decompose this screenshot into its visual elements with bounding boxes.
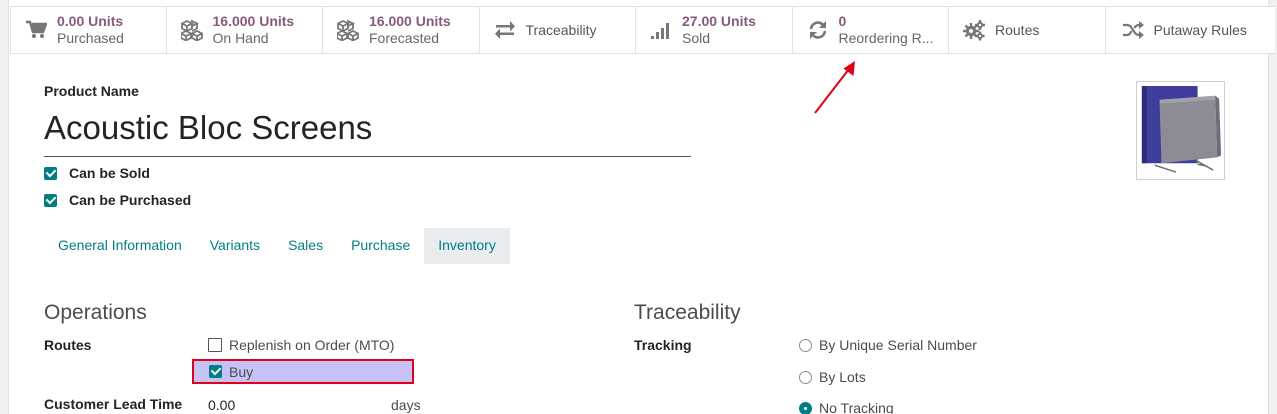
can-be-purchased-checkbox[interactable] <box>44 193 57 207</box>
tracking-serial-option[interactable]: By Unique Serial Number <box>799 337 977 353</box>
tab-sales[interactable]: Sales <box>274 228 337 264</box>
purchased-value: 0.00 Units <box>57 13 124 29</box>
cogs-icon <box>963 19 985 41</box>
random-icon <box>1122 19 1144 41</box>
tab-inventory[interactable]: Inventory <box>424 228 510 264</box>
route-mto-checkbox[interactable] <box>208 338 222 352</box>
tracking-serial-label: By Unique Serial Number <box>819 337 977 353</box>
routes-label: Routes <box>995 22 1040 38</box>
putaway-rules-button[interactable]: Putaway Rules <box>1106 7 1263 53</box>
customer-lead-time-input[interactable]: 0.00 <box>208 397 235 413</box>
can-be-sold-row[interactable]: Can be Sold <box>44 165 150 181</box>
can-be-sold-label: Can be Sold <box>69 165 150 181</box>
traceability-label: Traceability <box>525 22 597 38</box>
operations-title: Operations <box>44 301 147 324</box>
cubes-icon <box>180 19 203 41</box>
signal-icon <box>650 19 672 41</box>
forecasted-label: Forecasted <box>369 30 440 46</box>
page-background-left <box>0 0 8 414</box>
forecasted-button[interactable]: 16.000 Units Forecasted <box>323 7 480 53</box>
routes-button[interactable]: Routes <box>949 7 1106 53</box>
route-mto-label: Replenish on Order (MTO) <box>229 337 395 353</box>
forecasted-value: 16.000 Units <box>369 13 451 29</box>
tab-general-information[interactable]: General Information <box>44 228 196 264</box>
purchased-button[interactable]: 0.00 Units Purchased <box>10 7 167 53</box>
can-be-purchased-label: Can be Purchased <box>69 192 192 208</box>
can-be-sold-checkbox[interactable] <box>44 166 57 180</box>
tab-variants[interactable]: Variants <box>196 228 274 264</box>
sold-value: 27.00 Units <box>682 13 756 29</box>
product-name-label: Product Name <box>44 83 139 99</box>
tracking-none-label: No Tracking <box>819 400 894 414</box>
reordering-rules-button[interactable]: 0 Reordering R... <box>793 7 949 53</box>
smart-button-box: 0.00 Units Purchased 16.000 Units On Han… <box>10 6 1275 54</box>
reordering-rules-label: Reordering R... <box>838 30 934 46</box>
product-name-field[interactable]: Acoustic Bloc Screens <box>44 106 691 157</box>
route-buy-label: Buy <box>229 363 254 380</box>
on-hand-value: 16.000 Units <box>212 13 295 29</box>
route-mto-option[interactable]: Replenish on Order (MTO) <box>208 337 394 353</box>
on-hand-label: On Hand <box>212 30 269 46</box>
reordering-rules-value: 0 <box>838 13 847 29</box>
tracking-lots-label: By Lots <box>819 369 866 385</box>
purchased-label: Purchased <box>57 30 124 46</box>
tracking-none-option[interactable]: No Tracking <box>799 400 894 414</box>
route-buy-option-highlighted[interactable]: Buy <box>192 359 414 384</box>
tracking-lots-option[interactable]: By Lots <box>799 369 866 385</box>
annotation-arrow <box>814 61 855 114</box>
page-background-right <box>1269 0 1277 414</box>
tab-purchase[interactable]: Purchase <box>337 228 424 264</box>
putaway-rules-label: Putaway Rules <box>1153 22 1247 38</box>
cubes-icon <box>337 19 359 41</box>
routes-field-label: Routes <box>44 337 92 353</box>
refresh-icon <box>807 19 829 41</box>
tracking-none-radio[interactable] <box>799 401 812 414</box>
sold-button[interactable]: 27.00 Units Sold <box>636 7 793 53</box>
cart-icon <box>25 19 47 41</box>
tracking-lots-radio[interactable] <box>799 370 812 384</box>
product-image[interactable] <box>1136 81 1225 180</box>
customer-lead-time-label: Customer Lead Time <box>44 396 183 412</box>
on-hand-button[interactable]: 16.000 Units On Hand <box>167 7 323 53</box>
form-tabs: General Information Variants Sales Purch… <box>44 228 510 264</box>
exchange-icon <box>494 19 516 41</box>
traceability-title: Traceability <box>634 301 741 324</box>
can-be-purchased-row[interactable]: Can be Purchased <box>44 192 191 208</box>
tracking-serial-radio[interactable] <box>799 338 812 352</box>
traceability-button[interactable]: Traceability <box>480 7 636 53</box>
tracking-field-label: Tracking <box>634 337 692 353</box>
sold-label: Sold <box>682 30 711 46</box>
customer-lead-time-unit: days <box>391 397 421 413</box>
route-buy-checkbox[interactable] <box>209 365 222 378</box>
